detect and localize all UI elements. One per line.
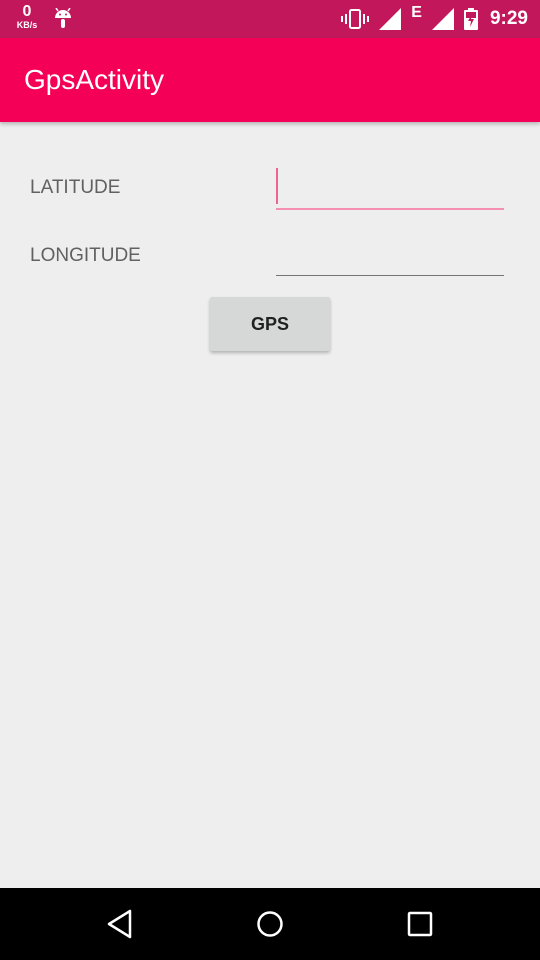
- latitude-input[interactable]: [276, 164, 504, 210]
- back-icon[interactable]: [102, 906, 138, 942]
- longitude-label: LONGITUDE: [30, 245, 141, 266]
- network-type: E: [411, 4, 422, 21]
- recents-icon[interactable]: [402, 906, 438, 942]
- text-cursor: [276, 168, 278, 204]
- network-speed: 0 KB/s: [12, 4, 42, 30]
- vibrate-icon: [341, 9, 370, 29]
- app-title: GpsActivity: [24, 64, 165, 95]
- android-debug-icon: [54, 7, 72, 35]
- gps-button[interactable]: GPS: [210, 297, 330, 351]
- signal-icon: [379, 8, 402, 30]
- home-icon[interactable]: [252, 906, 288, 942]
- longitude-input[interactable]: [276, 230, 504, 276]
- navigation-bar: [0, 888, 540, 960]
- app-bar: GpsActivity: [0, 38, 540, 122]
- status-bar: 0 KB/s E 9:29: [0, 0, 540, 38]
- network-speed-value: 0: [22, 3, 32, 20]
- signal-icon: [431, 8, 454, 30]
- latitude-label: LATITUDE: [30, 177, 121, 198]
- network-speed-unit: KB/s: [16, 20, 38, 30]
- status-clock: 9:29: [489, 8, 528, 29]
- battery-charging-icon: [463, 8, 478, 30]
